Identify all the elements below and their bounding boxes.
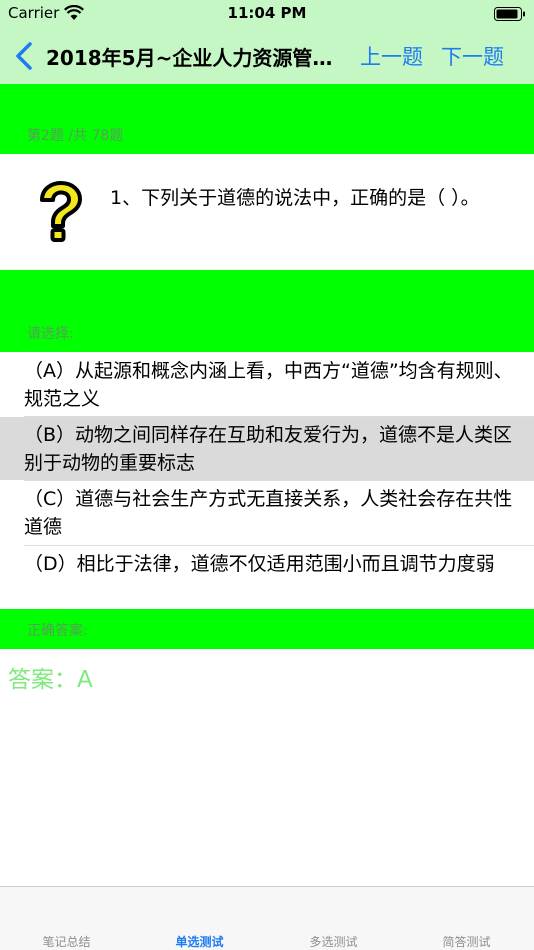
option-d[interactable]: （D）相比于法律，道德不仅适用范围小而且调节力度弱 xyxy=(0,546,534,609)
question-area: 1、下列关于道德的说法中，正确的是（ ）。 xyxy=(0,154,534,270)
option-a[interactable]: （A）从起源和概念内涵上看，中西方“道德”均含有规则、规范之义 xyxy=(0,353,534,416)
tab-multiple-choice[interactable]: 多选测试 xyxy=(267,933,400,950)
nav-title: 2018年5月~企业人力资源管… xyxy=(46,46,333,70)
choose-band: 请选择: xyxy=(0,270,534,352)
choose-label: 请选择: xyxy=(27,326,74,342)
question-text: 1、下列关于道德的说法中，正确的是（ ）。 xyxy=(110,187,480,209)
battery-icon xyxy=(494,7,525,21)
tab-single-choice[interactable]: 单选测试 xyxy=(133,933,266,950)
option-c-text: （C）道德与社会生产方式无直接关系，人类社会存在共性道德 xyxy=(24,488,513,538)
tab-notes-summary[interactable]: 笔记总结 xyxy=(0,933,133,950)
option-a-text: （A）从起源和概念内涵上看，中西方“道德”均含有规则、规范之义 xyxy=(24,360,513,410)
option-b-text: （B）动物之间同样存在互助和友爱行为，道德不是人类区别于动物的重要标志 xyxy=(24,424,513,474)
app-screen: Carrier 11:04 PM 2018年5月~企业人力资源管… 上一题 下一… xyxy=(0,0,534,950)
option-c[interactable]: （C）道德与社会生产方式无直接关系，人类社会存在共性道德 xyxy=(0,481,534,544)
option-d-text: （D）相比于法律，道德不仅适用范围小而且调节力度弱 xyxy=(24,553,495,575)
tab-short-answer[interactable]: 简答测试 xyxy=(400,933,533,950)
correct-answer-band: 正确答案: xyxy=(0,609,534,649)
next-question-button[interactable]: 下一题 xyxy=(441,41,504,71)
tab-bar: 笔记总结 单选测试 多选测试 简答测试 xyxy=(0,886,534,950)
answer-text: 答案：A xyxy=(8,667,93,693)
previous-question-button[interactable]: 上一题 xyxy=(360,41,423,71)
correct-answer-label: 正确答案: xyxy=(27,623,88,639)
progress-band: 第2题 /共 78题 xyxy=(0,84,534,154)
back-chevron-icon[interactable] xyxy=(10,40,40,72)
nav-bar: 2018年5月~企业人力资源管… 上一题 下一题 xyxy=(0,28,534,84)
status-bar: Carrier 11:04 PM xyxy=(0,0,534,28)
status-time: 11:04 PM xyxy=(227,4,307,22)
option-b[interactable]: （B）动物之间同样存在互助和友爱行为，道德不是人类区别于动物的重要标志 xyxy=(0,417,534,480)
question-mark-icon xyxy=(40,181,82,242)
question-progress: 第2题 /共 78题 xyxy=(27,128,124,144)
